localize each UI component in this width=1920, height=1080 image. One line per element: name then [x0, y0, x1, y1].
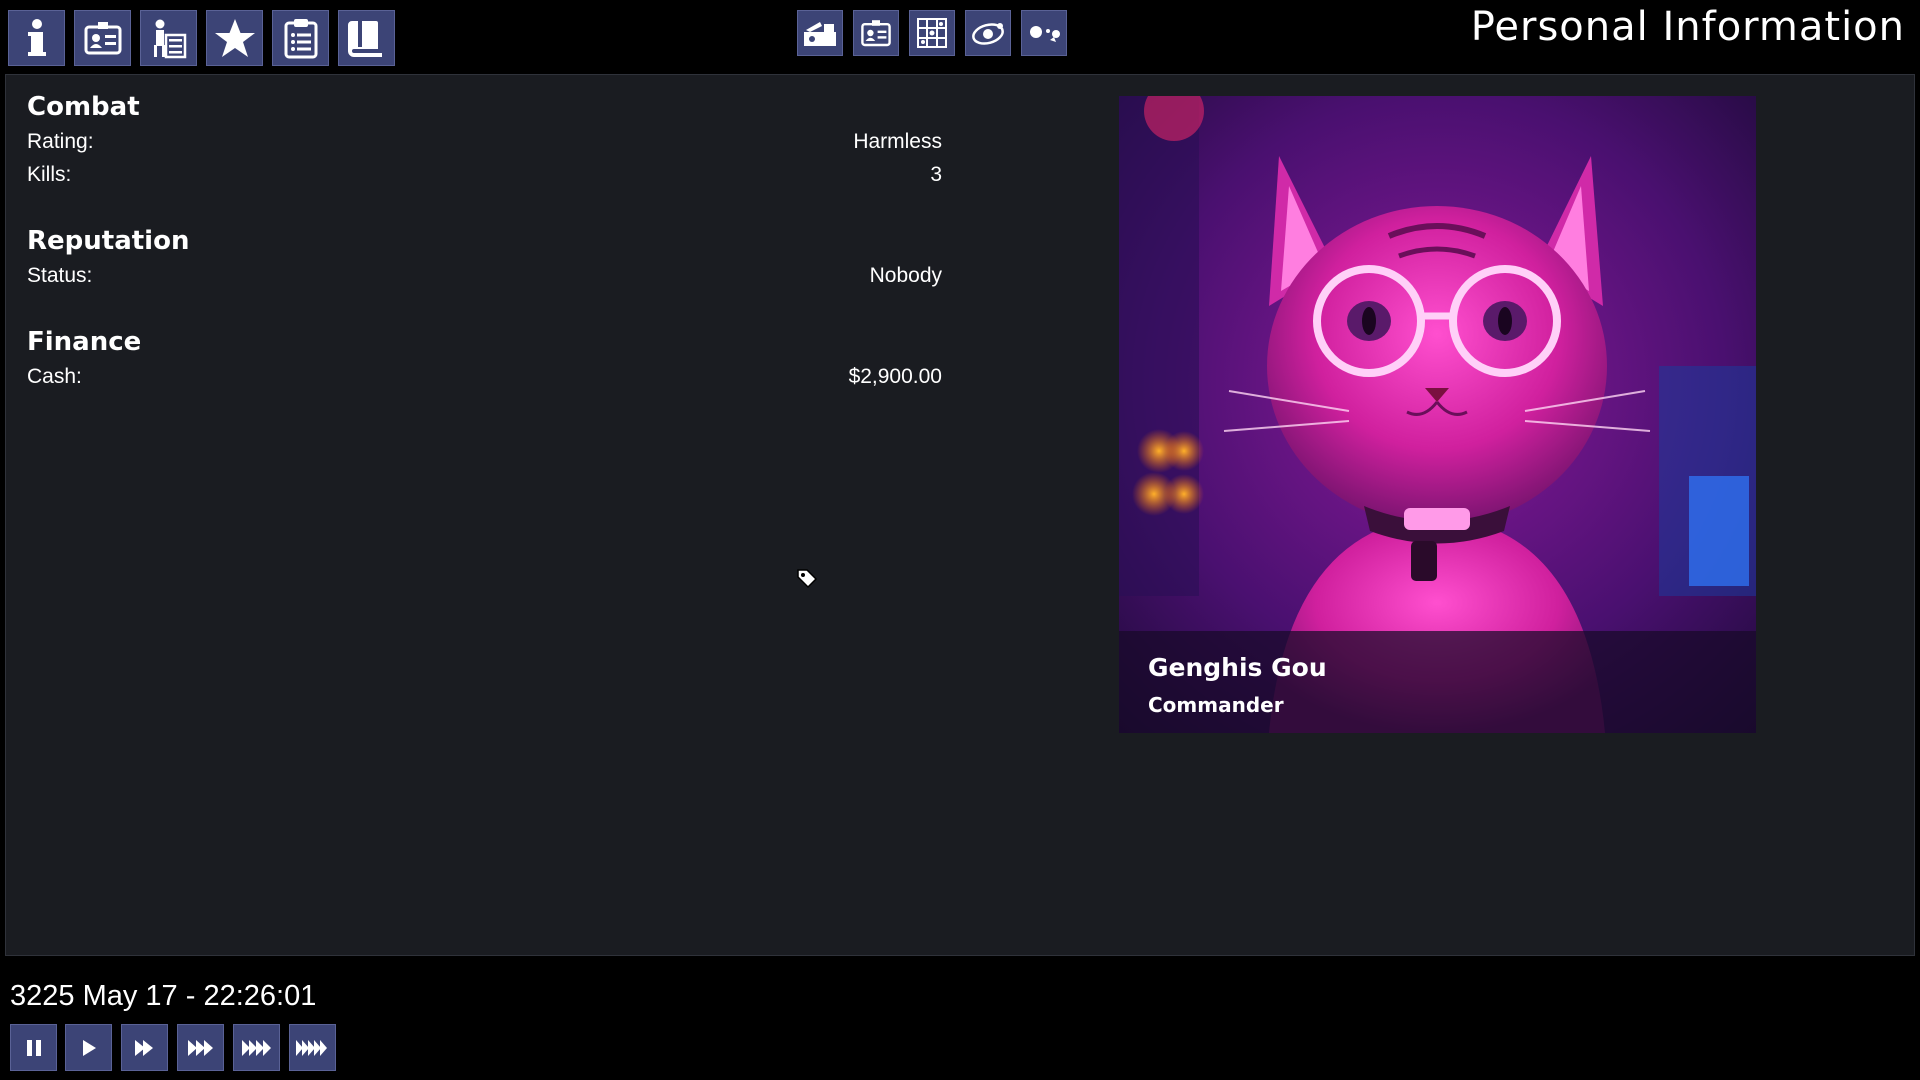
rating-label: Rating:	[27, 130, 94, 153]
system-orbit-icon	[970, 18, 1006, 48]
personal-info-panel: Combat Rating: Harmless Kills: 3 Reputat…	[5, 74, 1915, 956]
faster-forward-icon	[186, 1038, 216, 1058]
status-row: Status: Nobody	[27, 259, 942, 292]
commander-rank: Commander	[1148, 693, 1284, 717]
combat-section: Combat Rating: Harmless Kills: 3	[27, 89, 942, 191]
portrait-caption: Genghis Gou Commander	[1119, 631, 1756, 733]
tab-crew[interactable]	[140, 10, 197, 66]
status-value: Nobody	[869, 264, 942, 287]
play-icon	[79, 1038, 99, 1058]
tab-personal-id[interactable]	[74, 10, 131, 66]
finance-title: Finance	[27, 327, 142, 357]
cash-value: $2,900.00	[848, 365, 942, 388]
commander-portrait: Genghis Gou Commander	[1119, 96, 1756, 733]
tab-missions[interactable]	[272, 10, 329, 66]
sector-map-icon	[916, 17, 948, 49]
id-card-icon	[83, 18, 123, 58]
fast-forward-button[interactable]	[121, 1024, 168, 1071]
play-button[interactable]	[65, 1024, 112, 1071]
view-info-card[interactable]	[853, 10, 899, 56]
view-sector-map[interactable]	[909, 10, 955, 56]
info-card-icon	[859, 17, 893, 49]
reputation-title: Reputation	[27, 226, 190, 256]
planets-icon	[1026, 18, 1062, 48]
cash-label: Cash:	[27, 365, 82, 388]
very-fast-forward-button[interactable]	[233, 1024, 280, 1071]
page-title: Personal Information	[1470, 4, 1905, 50]
view-ship-launch[interactable]	[797, 10, 843, 56]
reputation-section: Reputation Status: Nobody	[27, 223, 942, 292]
mouse-cursor-icon	[795, 566, 819, 594]
tab-journal[interactable]	[338, 10, 395, 66]
tab-info[interactable]	[8, 10, 65, 66]
fastest-forward-icon	[294, 1038, 332, 1058]
ship-launch-icon	[802, 18, 838, 48]
pause-button[interactable]	[10, 1024, 57, 1071]
book-icon	[347, 17, 386, 59]
fast-forward-icon	[133, 1038, 157, 1058]
rating-value: Harmless	[853, 130, 942, 153]
rating-row: Rating: Harmless	[27, 125, 942, 158]
star-icon	[213, 17, 257, 59]
view-planets[interactable]	[1021, 10, 1067, 56]
cash-row: Cash: $2,900.00	[27, 360, 942, 393]
combat-title: Combat	[27, 92, 140, 122]
commander-name: Genghis Gou	[1148, 653, 1327, 682]
tab-reputation[interactable]	[206, 10, 263, 66]
view-system-orbit[interactable]	[965, 10, 1011, 56]
faster-forward-button[interactable]	[177, 1024, 224, 1071]
info-icon	[20, 18, 54, 58]
kills-row: Kills: 3	[27, 158, 942, 191]
crew-icon	[149, 17, 189, 59]
finance-section: Finance Cash: $2,900.00	[27, 324, 942, 393]
fastest-forward-button[interactable]	[289, 1024, 336, 1071]
status-label: Status:	[27, 264, 93, 287]
very-fast-forward-icon	[240, 1038, 274, 1058]
pause-icon	[24, 1038, 44, 1058]
kills-label: Kills:	[27, 163, 72, 186]
clipboard-icon	[282, 17, 320, 59]
game-clock: 3225 May 17 - 22:26:01	[10, 980, 317, 1012]
kills-value: 3	[930, 163, 942, 186]
